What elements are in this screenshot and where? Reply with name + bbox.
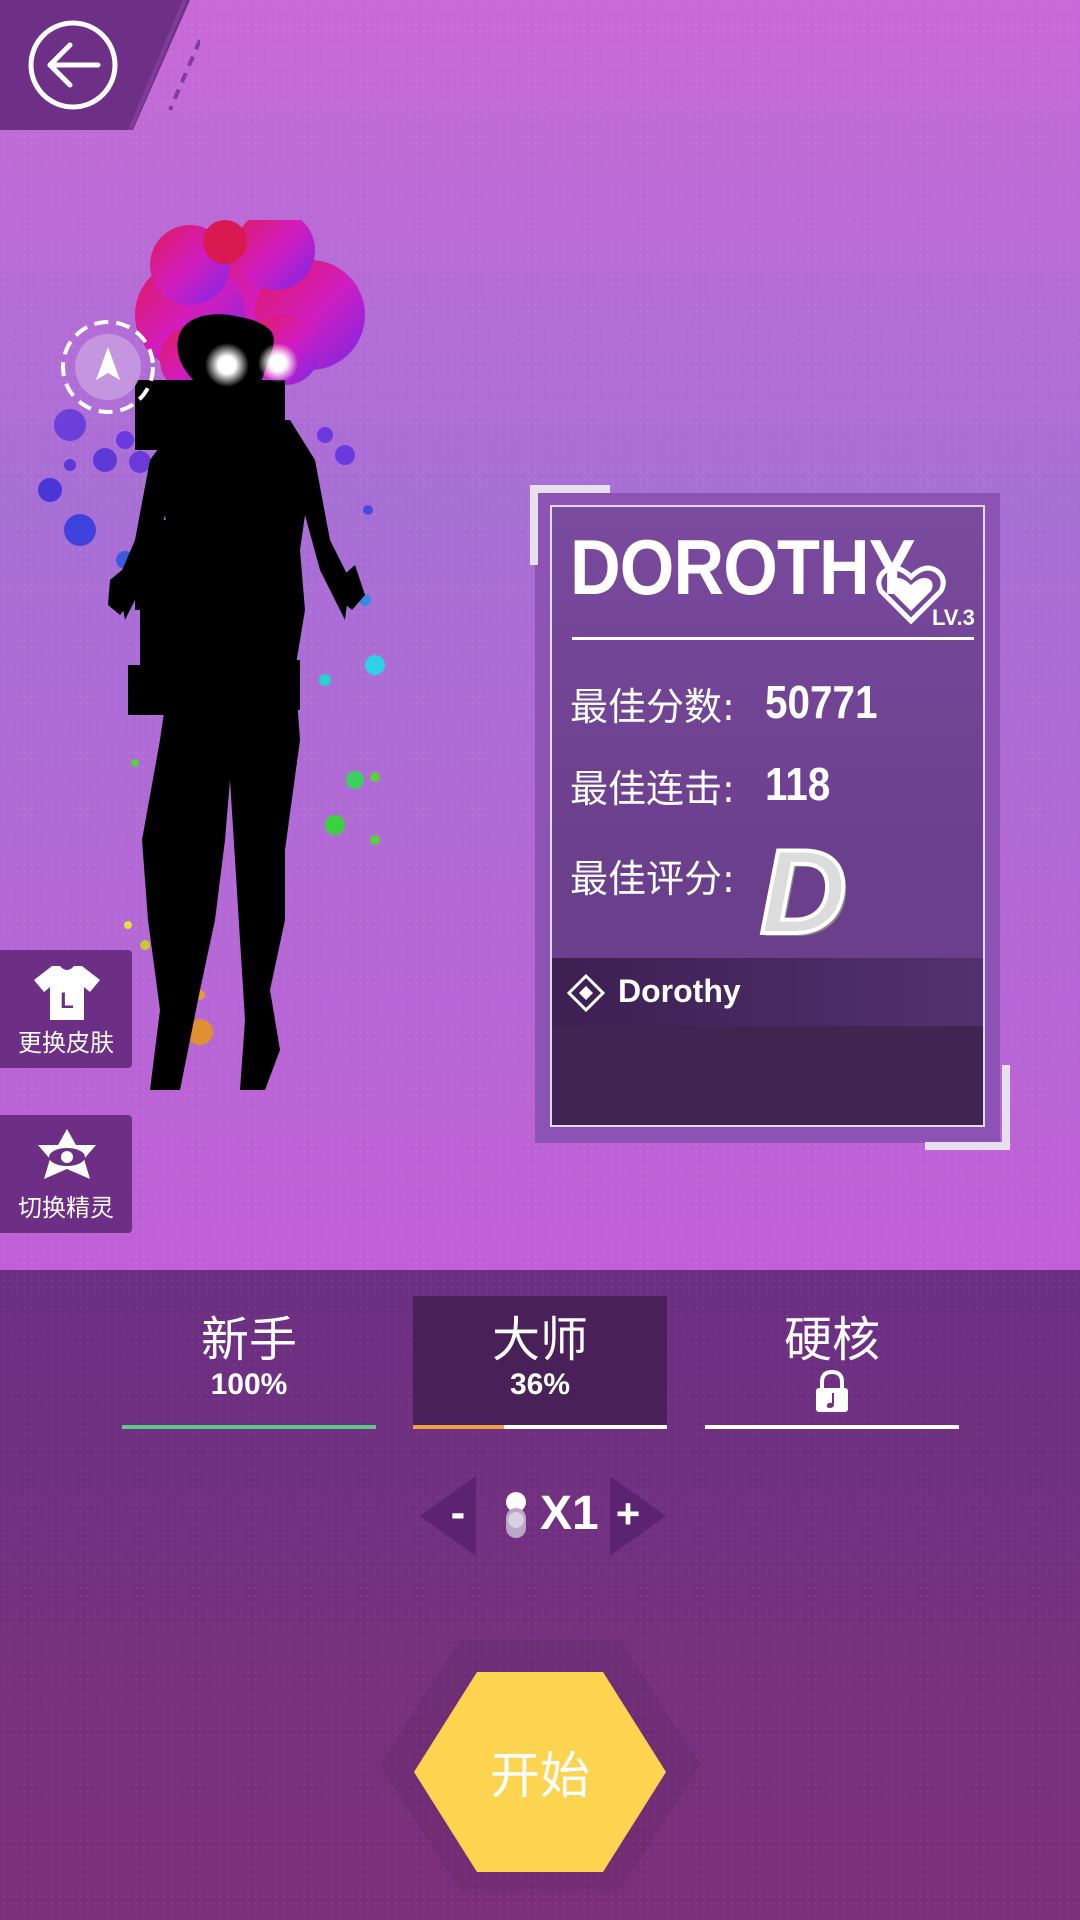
best-score-value: 50771 xyxy=(765,676,878,728)
speed-plus-label: + xyxy=(616,1490,641,1537)
eye-left xyxy=(205,343,249,387)
change-skin-button[interactable]: L 更换皮肤 xyxy=(0,950,132,1068)
diamond-icon xyxy=(567,974,605,1012)
song-bar[interactable] xyxy=(552,958,983,1026)
speed-minus-button[interactable]: - xyxy=(420,1476,476,1556)
song-bar-footer xyxy=(552,1026,983,1125)
character-name: DOROTHY xyxy=(570,523,916,611)
shirt-icon: L xyxy=(34,966,100,1020)
song-name: Dorothy xyxy=(618,973,741,1009)
tab-novice-progress: 100% xyxy=(210,1368,288,1401)
start-button-label: 开始 xyxy=(490,1747,590,1805)
tab-master-name: 大师 xyxy=(491,1312,588,1368)
tab-hardcore[interactable]: 硬核 xyxy=(705,1296,959,1426)
best-combo-value: 118 xyxy=(765,758,831,810)
speed-note-icon xyxy=(506,1492,526,1538)
eye-star-icon xyxy=(38,1129,96,1179)
tab-novice-progress-bar xyxy=(122,1425,376,1429)
tab-master-progress-bar xyxy=(413,1425,667,1429)
eye-right xyxy=(258,343,298,383)
svg-text:L: L xyxy=(60,988,73,1013)
back-arrow-icon[interactable] xyxy=(26,18,120,112)
switch-spirit-button[interactable]: 切换精灵 xyxy=(0,1115,132,1233)
tab-novice-progress-fill xyxy=(122,1425,376,1429)
lock-icon xyxy=(816,1370,848,1412)
spirit-badge xyxy=(61,320,155,414)
tab-hardcore-progress-bar xyxy=(705,1425,959,1429)
best-grade-label: 最佳评分: xyxy=(570,857,735,901)
change-skin-label: 更换皮肤 xyxy=(18,1029,114,1057)
switch-spirit-label: 切换精灵 xyxy=(18,1194,114,1222)
best-combo-label: 最佳连击: xyxy=(570,767,735,811)
tab-master-progress-fill xyxy=(413,1425,505,1429)
name-divider xyxy=(572,637,974,640)
tab-master-progress: 36% xyxy=(509,1368,571,1401)
character-level: LV.3 xyxy=(932,605,975,630)
best-grade-value: D xyxy=(758,825,849,959)
tab-master[interactable]: 大师 36% xyxy=(413,1296,667,1426)
speed-minus-label: - xyxy=(451,1488,466,1537)
speed-plus-button[interactable]: + xyxy=(610,1476,666,1556)
tab-hardcore-name: 硬核 xyxy=(783,1312,880,1368)
speed-value: X1 xyxy=(540,1487,599,1540)
best-score-label: 最佳分数: xyxy=(570,685,735,729)
tab-novice-name: 新手 xyxy=(200,1312,297,1368)
tab-novice[interactable]: 新手 100% xyxy=(122,1296,376,1426)
